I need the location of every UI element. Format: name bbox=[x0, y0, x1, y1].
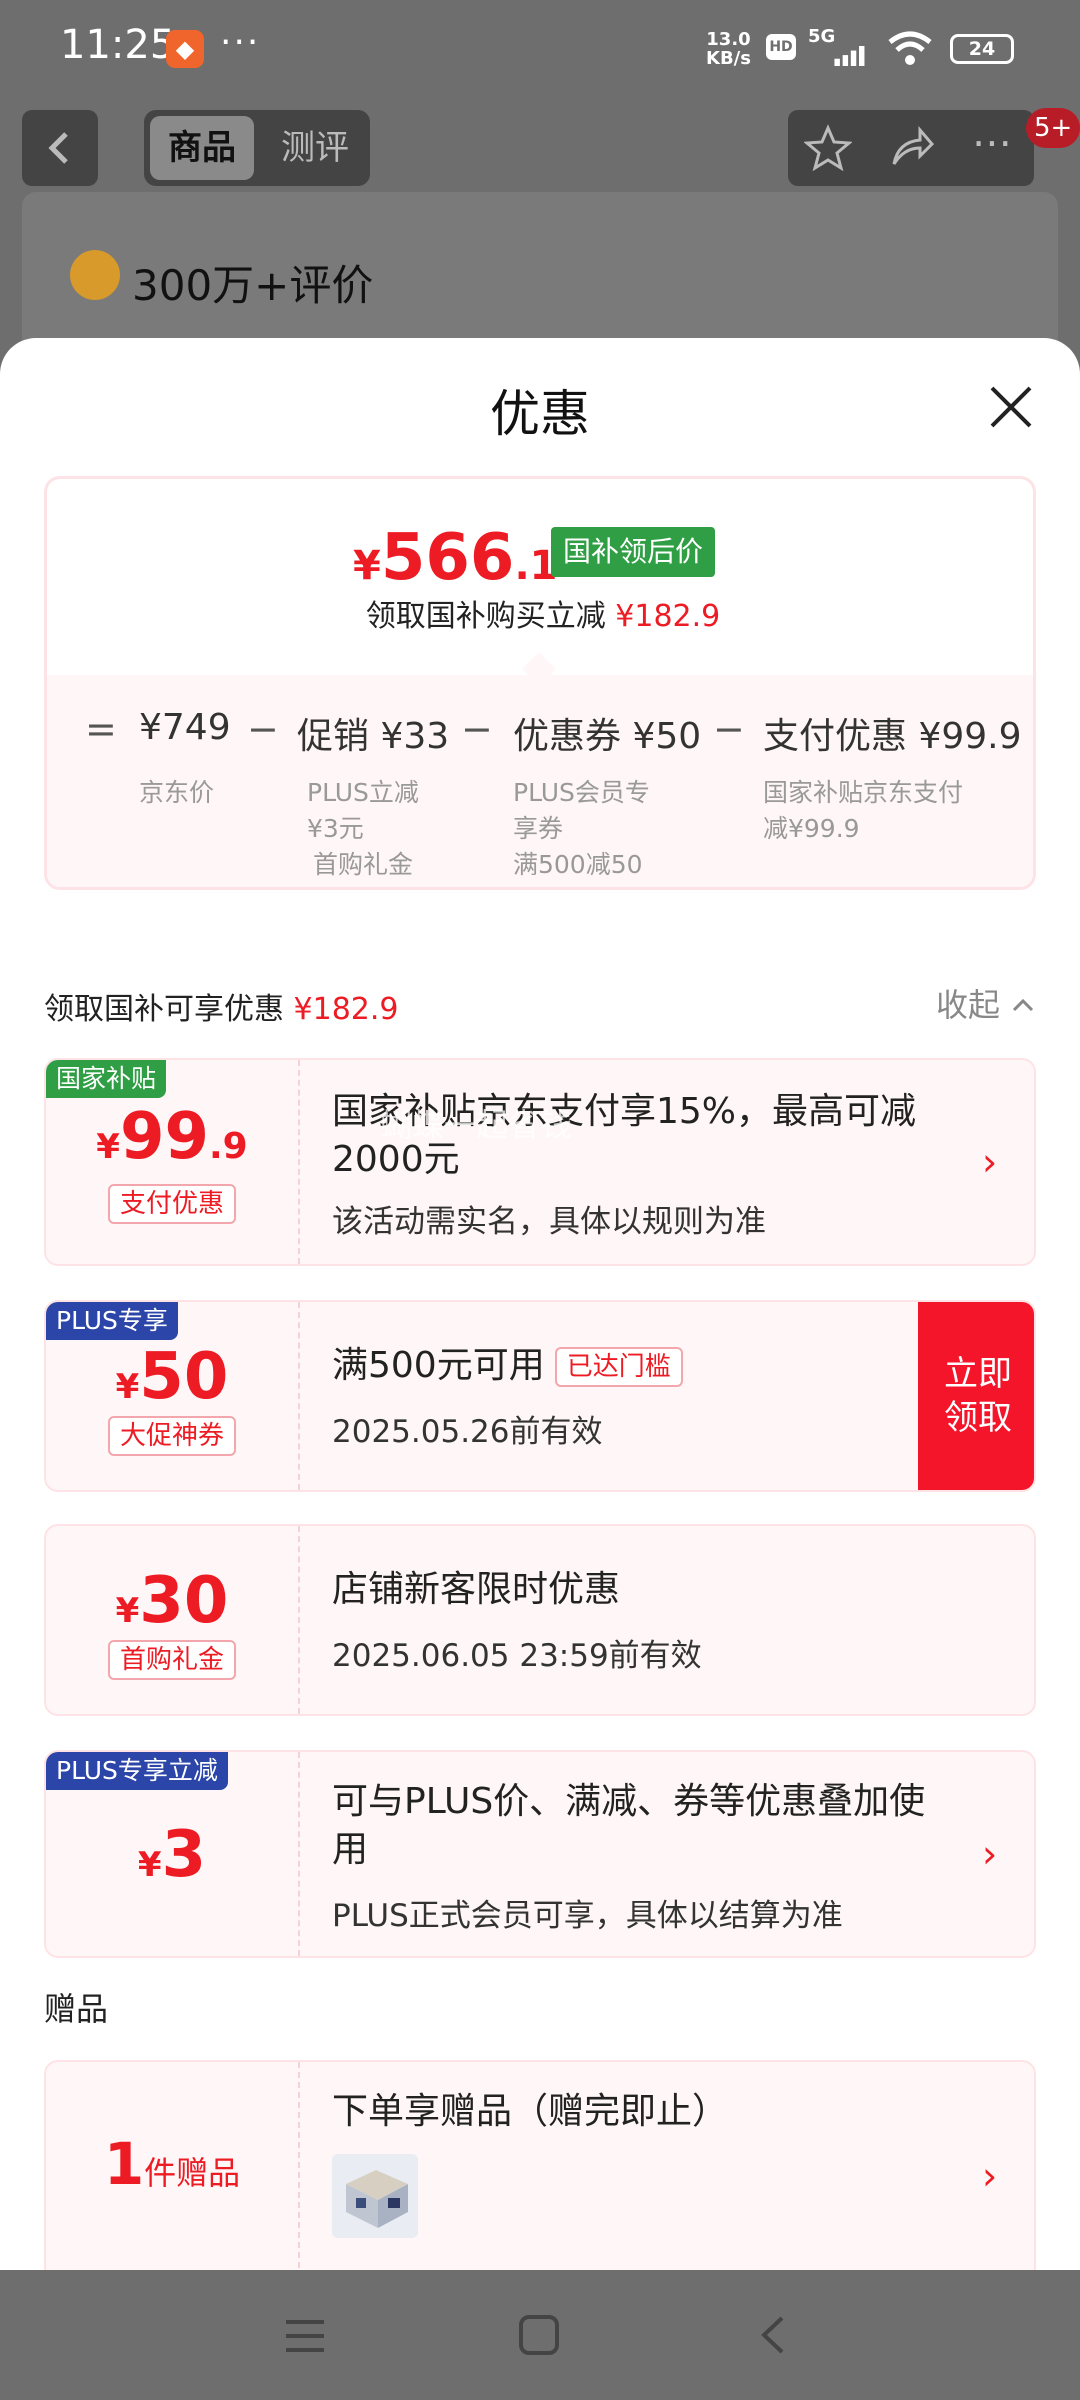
offer-card-first-purchase: ¥30 首购礼金 店铺新客限时优惠 2025.06.05 23:59前有效 bbox=[44, 1524, 1036, 1716]
promo-label-plus: PLUS立减 ¥3元 bbox=[307, 778, 419, 843]
offer-title: 店铺新客限时优惠 bbox=[332, 1569, 621, 1610]
back-arrow-icon bbox=[48, 132, 68, 164]
close-icon[interactable] bbox=[984, 380, 1038, 434]
app-notification-icon: ◆ bbox=[166, 30, 204, 68]
status-overflow: ··· bbox=[220, 22, 261, 63]
network-type: 5G bbox=[808, 26, 836, 47]
emoji-icon bbox=[70, 250, 120, 300]
threshold-reached-badge: 已达门槛 bbox=[554, 1347, 683, 1387]
chevron-right-icon: › bbox=[982, 1140, 998, 1184]
status-bar: 11:25 ◆ ··· 13.0 KB/s HD 5G 24 bbox=[0, 0, 1080, 100]
gift-count: 1件赠品 bbox=[103, 2130, 241, 2198]
tab-group: 商品 测评 bbox=[144, 110, 370, 186]
collapse-button[interactable]: 收起 bbox=[936, 980, 1036, 1026]
gift-image-icon bbox=[332, 2154, 418, 2238]
offer-amount: ¥50 bbox=[115, 1340, 229, 1414]
promo-label-gift: 首购礼金 30元 bbox=[313, 850, 414, 887]
header-actions: ⋯ bbox=[788, 110, 1034, 186]
chevron-right-icon: › bbox=[982, 1832, 998, 1876]
system-nav-bar bbox=[0, 2270, 1080, 2400]
cart-count-badge: 5+ bbox=[1026, 108, 1080, 148]
discount-sheet: 优惠 ¥566.1 国补领后价 领取国补购买立减 ¥182.9 = ¥749 京… bbox=[0, 338, 1080, 2270]
price-summary: ¥566.1 国补领后价 领取国补购买立减 ¥182.9 = ¥749 京东价 … bbox=[44, 476, 1036, 890]
summary-subtitle: 领取国补购买立减 ¥182.9 bbox=[365, 599, 721, 634]
status-time: 11:25 bbox=[60, 22, 176, 68]
offer-tag: 国家补贴 bbox=[46, 1060, 167, 1098]
offer-tag: PLUS专享立减 bbox=[46, 1752, 228, 1790]
offer-amount: ¥30 bbox=[115, 1564, 229, 1638]
nav-back-icon[interactable] bbox=[754, 2314, 794, 2356]
section-header: 领取国补可享优惠 ¥182.9 bbox=[44, 992, 399, 1027]
offer-card-national-subsidy[interactable]: 国家补贴 ¥99.9 支付优惠 国家补贴京东支付享15%，最高可减2000元 该… bbox=[44, 1058, 1036, 1266]
sheet-title: 优惠 bbox=[490, 385, 590, 443]
jd-price-label: 京东价 bbox=[139, 778, 215, 807]
minus-sign: − bbox=[247, 707, 279, 751]
gift-thumbnail[interactable] bbox=[332, 2154, 418, 2238]
network-speed: 13.0 KB/s bbox=[706, 29, 751, 69]
offer-note: 该活动需实名，具体以规则为准 bbox=[332, 1204, 766, 1240]
offer-title: 可与PLUS价、满减、券等优惠叠加使用 bbox=[332, 1781, 926, 1870]
offer-type-pill: 首购礼金 bbox=[108, 1640, 236, 1680]
offer-card-plus-discount[interactable]: PLUS专享立减 ¥3 可与PLUS价、满减、券等优惠叠加使用 PLUS正式会员… bbox=[44, 1750, 1036, 1958]
equals-sign: = bbox=[85, 707, 117, 751]
hd-icon: HD bbox=[766, 34, 796, 60]
review-count: 300万+评价 bbox=[132, 261, 374, 310]
watermark-text: 蝴蝶一起省钱 bbox=[380, 1106, 573, 1144]
chevron-up-icon bbox=[1013, 998, 1034, 1012]
gift-card[interactable]: 1件赠品 下单享赠品（赠完即止） › bbox=[44, 2060, 1036, 2270]
jd-price: ¥749 bbox=[139, 707, 231, 748]
share-icon[interactable] bbox=[888, 124, 936, 172]
claim-button[interactable]: 立即 领取 bbox=[918, 1302, 1034, 1490]
payment-label: 国家补贴京东支付 减¥99.9 bbox=[763, 778, 964, 843]
offer-validity: 2025.05.26前有效 bbox=[332, 1414, 603, 1450]
promo-amount: 促销 ¥33 bbox=[297, 716, 450, 757]
coupon-label: PLUS会员专 享券 满500减50 bbox=[513, 778, 650, 879]
offer-type-pill: 大促神券 bbox=[108, 1416, 236, 1456]
more-icon[interactable]: ⋯ bbox=[972, 120, 1012, 166]
payment-discount: 支付优惠 ¥99.9 bbox=[763, 716, 1022, 757]
gift-section-heading: 赠品 bbox=[44, 1990, 109, 2028]
offer-validity: 2025.06.05 23:59前有效 bbox=[332, 1638, 702, 1674]
tab-reviews[interactable]: 测评 bbox=[266, 116, 364, 180]
home-square-icon[interactable] bbox=[518, 2314, 560, 2356]
chevron-right-icon: › bbox=[982, 2154, 998, 2198]
subsidy-price-tag: 国补领后价 bbox=[551, 527, 716, 577]
battery-icon: 24 bbox=[950, 34, 1014, 64]
tab-goods[interactable]: 商品 bbox=[150, 116, 254, 180]
minus-sign: − bbox=[461, 707, 493, 751]
signal-icon bbox=[834, 46, 865, 66]
offer-amount: ¥3 bbox=[137, 1818, 207, 1892]
offer-card-plus-coupon: PLUS专享 ¥50 大促神券 满500元可用 已达门槛 2025.05.26前有… bbox=[44, 1300, 1036, 1492]
final-price: ¥566.1 bbox=[353, 521, 558, 595]
star-icon[interactable] bbox=[804, 124, 852, 172]
offer-title: 满500元可用 已达门槛 bbox=[332, 1342, 683, 1390]
offer-amount: ¥99.9 bbox=[96, 1100, 248, 1174]
minus-sign: − bbox=[713, 707, 745, 751]
gift-title: 下单享赠品（赠完即止） bbox=[332, 2091, 729, 2132]
back-button[interactable] bbox=[22, 110, 98, 186]
coupon-amount: 优惠券 ¥50 bbox=[513, 716, 702, 757]
offer-type-pill: 支付优惠 bbox=[108, 1184, 236, 1224]
wifi-icon bbox=[888, 31, 932, 65]
menu-icon[interactable] bbox=[284, 2316, 326, 2356]
offer-tag: PLUS专享 bbox=[46, 1302, 178, 1340]
offer-note: PLUS正式会员可享，具体以结算为准 bbox=[332, 1898, 843, 1934]
